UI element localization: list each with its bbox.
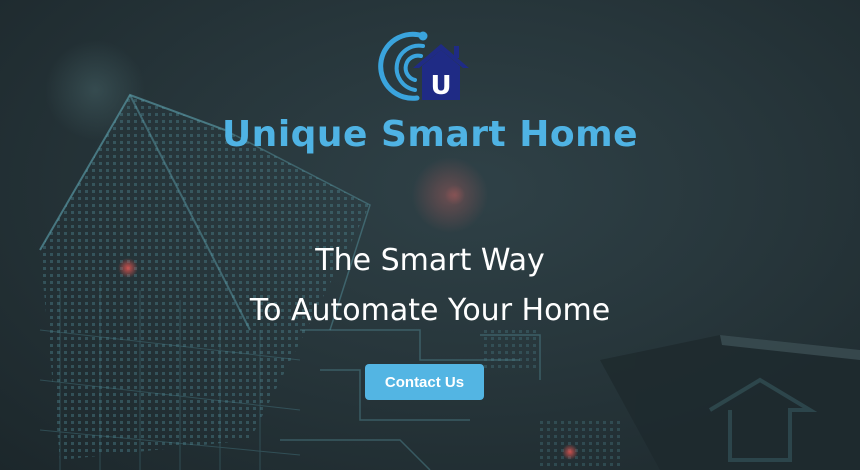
brand-title: Unique Smart Home	[221, 114, 639, 155]
tagline-line-2: To Automate Your Home	[249, 293, 611, 328]
logo-letter: U	[430, 71, 451, 101]
tagline-line-1: The Smart Way	[315, 243, 545, 278]
hero-tagline: The Smart Way To Automate Your Home	[0, 236, 860, 336]
hero-section: U Unique Smart Home The Smart Way To Aut…	[0, 0, 860, 470]
contact-us-button[interactable]: Contact Us	[365, 364, 484, 400]
smart-home-logo-icon: U	[378, 31, 469, 101]
